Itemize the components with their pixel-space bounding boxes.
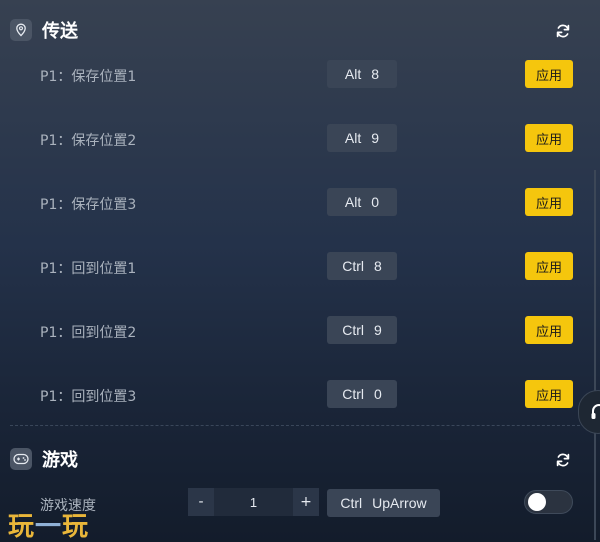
- apply-button[interactable]: 应用: [525, 380, 573, 408]
- apply-button[interactable]: 应用: [525, 252, 573, 280]
- headset-icon: [591, 404, 600, 419]
- watermark-logo: 玩一玩: [8, 506, 89, 542]
- main-key: 8: [373, 258, 382, 274]
- main-key: 9: [373, 322, 382, 338]
- modifier-key: Alt: [344, 194, 362, 210]
- modifier-key: Ctrl: [342, 386, 364, 402]
- row-label: P1：保存位置2: [40, 133, 137, 149]
- increment-button[interactable]: +: [293, 488, 319, 516]
- main-key: 0: [373, 386, 382, 402]
- hotkey-field[interactable]: Ctrl 9: [327, 316, 397, 344]
- main-key: 8: [371, 66, 380, 82]
- speed-toggle[interactable]: [524, 490, 573, 514]
- refresh-icon[interactable]: [554, 451, 572, 469]
- row-label: P1：回到位置1: [40, 261, 137, 277]
- main-key: UpArrow: [372, 495, 427, 511]
- hotkey-field[interactable]: Alt 0: [327, 188, 397, 216]
- scrollbar[interactable]: [594, 170, 596, 540]
- hotkey-field[interactable]: Ctrl UpArrow: [327, 489, 440, 517]
- speed-value[interactable]: 1: [214, 488, 293, 516]
- section-title: 传送: [42, 21, 78, 42]
- hotkey-row: P1：回到位置1 Ctrl 8 应用: [0, 251, 600, 281]
- hotkey-row: P1：回到位置2 Ctrl 9 应用: [0, 315, 600, 345]
- hotkey-row: P1：保存位置2 Alt 9 应用: [0, 123, 600, 153]
- section-title: 游戏: [42, 450, 78, 471]
- hotkey-field[interactable]: Alt 9: [327, 124, 397, 152]
- watermark-char: 玩: [62, 512, 90, 542]
- row-label: P1：回到位置3: [40, 389, 137, 405]
- main-key: 9: [371, 130, 380, 146]
- modifier-key: Ctrl: [340, 495, 363, 511]
- teleport-section-header: 传送: [10, 15, 590, 45]
- game-section-header: 游戏: [10, 444, 590, 474]
- game-speed-row: 游戏速度 - 1 + Ctrl UpArrow: [0, 488, 600, 518]
- hotkey-field[interactable]: Ctrl 0: [327, 380, 397, 408]
- apply-button[interactable]: 应用: [525, 60, 573, 88]
- hotkey-row: P1：回到位置3 Ctrl 0 应用: [0, 379, 600, 409]
- hotkey-row: P1：保存位置3 Alt 0 应用: [0, 187, 600, 217]
- apply-button[interactable]: 应用: [525, 188, 573, 216]
- row-label: P1：保存位置1: [40, 69, 137, 85]
- modifier-key: Ctrl: [342, 258, 364, 274]
- refresh-icon[interactable]: [554, 22, 572, 40]
- row-label: P1：回到位置2: [40, 325, 137, 341]
- modifier-key: Alt: [344, 130, 362, 146]
- modifier-key: Ctrl: [342, 322, 364, 338]
- row-label: P1：保存位置3: [40, 197, 137, 213]
- main-key: 0: [371, 194, 380, 210]
- section-divider: [10, 425, 590, 426]
- speed-stepper: - 1 +: [188, 488, 319, 516]
- hotkey-row: P1：保存位置1 Alt 8 应用: [0, 59, 600, 89]
- gamepad-icon: [10, 448, 32, 470]
- hotkey-field[interactable]: Alt 8: [327, 60, 397, 88]
- toggle-knob: [528, 493, 546, 511]
- apply-button[interactable]: 应用: [525, 316, 573, 344]
- watermark-char: 玩: [8, 512, 36, 542]
- watermark-char: 一: [35, 512, 63, 542]
- hotkey-field[interactable]: Ctrl 8: [327, 252, 397, 280]
- decrement-button[interactable]: -: [188, 488, 214, 516]
- modifier-key: Alt: [344, 66, 362, 82]
- apply-button[interactable]: 应用: [525, 124, 573, 152]
- location-pin-icon: [10, 19, 32, 41]
